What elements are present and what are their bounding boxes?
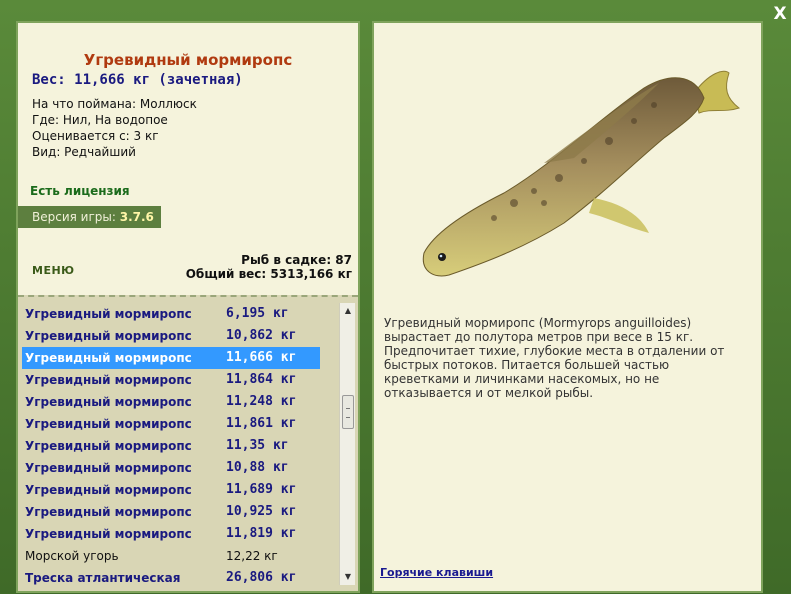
catch-list-item[interactable]: Морской угорь 12,22 кг (22, 545, 320, 567)
catch-item-weight: 11,864 кг (226, 372, 297, 387)
scroll-down-arrow-icon[interactable]: ▼ (340, 569, 356, 585)
fish-info-panel: Угревидный мормиропс Вес: 11,666 кг (зач… (16, 21, 360, 593)
catch-list-scrollbar[interactable]: ▲ ▼ (339, 303, 355, 585)
fish-description: Угревидный мормиропс (Mormyrops anguillo… (384, 316, 725, 400)
game-window: X Угревидный мормиропс Вес: 11,666 кг (з… (0, 0, 791, 594)
version-label: Версия игры: (32, 210, 116, 224)
catch-item-name: Морской угорь (25, 549, 119, 563)
catch-item-name: Угревидный мормиропс (25, 439, 192, 453)
catch-list-item[interactable]: Угревидный мормиропс 11,864 кг (22, 369, 320, 391)
scroll-up-arrow-icon[interactable]: ▲ (340, 303, 356, 319)
catch-list-item[interactable]: Угревидный мормиропс 11,861 кг (22, 413, 320, 435)
catch-item-weight: 11,35 кг (226, 438, 289, 453)
location-info: Где: Нил, На водопое (32, 113, 168, 127)
version-bar: Версия игры: 3.7.6 (18, 206, 161, 228)
fish-picture (422, 70, 741, 277)
catch-list-item[interactable]: Угревидный мормиропс 6,195 кг (22, 303, 320, 325)
catch-list-item[interactable]: Угревидный мормиропс 11,666 кг (22, 347, 320, 369)
catch-item-name: Угревидный мормиропс (25, 527, 192, 541)
version-value: 3.7.6 (119, 210, 154, 224)
keep-total-weight: Общий вес: 5313,166 кг (185, 267, 352, 281)
bait-info: На что поймана: Моллюск (32, 97, 197, 111)
catch-list-item[interactable]: Угревидный мормиропс 11,819 кг (22, 523, 320, 545)
catch-list-item[interactable]: Угревидный мормиропс 11,248 кг (22, 391, 320, 413)
keep-count: Рыб в садке: 87 (241, 253, 352, 267)
catch-item-weight: 12,22 кг (226, 549, 278, 563)
hotkeys-link[interactable]: Горячие клавиши (380, 566, 493, 579)
catch-item-weight: 10,862 кг (226, 328, 297, 343)
catch-item-weight: 11,819 кг (226, 526, 297, 541)
fish-title: Угревидный мормиропс (83, 51, 293, 69)
menu-button[interactable]: МЕНЮ (32, 264, 75, 277)
catch-item-name: Угревидный мормиропс (25, 395, 192, 409)
catch-item-name: Треска атлантическая (25, 571, 181, 585)
catch-list: Угревидный мормиропс 6,195 кг Угревидный м… (18, 295, 358, 591)
fish-picture-panel: Угревидный мормиропс (Mormyrops anguillo… (372, 21, 763, 593)
catch-list-item[interactable]: Треска атлантическая 26,806 кг (22, 567, 320, 589)
catch-list-item[interactable]: Угревидный мормиропс 10,88 кг (22, 457, 320, 479)
rarity-info: Вид: Редчайший (32, 145, 136, 159)
catch-item-name: Угревидный мормиропс (25, 417, 192, 431)
fish-weight: Вес: 11,666 кг (зачетная) (32, 72, 243, 88)
catch-list-item[interactable]: Угревидный мормиропс 11,689 кг (22, 479, 320, 501)
catch-item-name: Угревидный мормиропс (25, 373, 192, 387)
catch-list-item[interactable]: Угревидный мормиропс 10,925 кг (22, 501, 320, 523)
catch-item-weight: 26,806 кг (226, 570, 297, 585)
catch-item-weight: 11,666 кг (226, 350, 297, 365)
valued-from-info: Оценивается с: 3 кг (32, 129, 159, 143)
catch-item-name: Угревидный мормиропс (25, 351, 192, 365)
scroll-thumb[interactable] (342, 395, 354, 429)
catch-item-weight: 11,861 кг (226, 416, 297, 431)
catch-item-name: Угревидный мормиропс (25, 461, 192, 475)
catch-item-weight: 6,195 кг (226, 306, 289, 321)
catch-item-name: Угревидный мормиропс (25, 329, 192, 343)
catch-item-weight: 10,88 кг (226, 460, 289, 475)
catch-item-name: Угревидный мормиропс (25, 307, 192, 321)
catch-list-item[interactable]: Угревидный мормиропс 11,35 кг (22, 435, 320, 457)
catch-item-name: Угревидный мормиропс (25, 505, 192, 519)
keep-stats: Рыб в садке: 87 Общий вес: 5313,166 кг (186, 253, 352, 281)
catch-item-weight: 10,925 кг (226, 504, 297, 519)
catch-item-name: Угревидный мормиропс (25, 483, 192, 497)
catch-item-weight: 11,689 кг (226, 482, 297, 497)
catch-item-weight: 11,248 кг (226, 394, 297, 409)
close-button[interactable]: X (772, 6, 788, 23)
license-status: Есть лицензия (30, 184, 130, 198)
catch-list-item[interactable]: Угревидный мормиропс 10,862 кг (22, 325, 320, 347)
